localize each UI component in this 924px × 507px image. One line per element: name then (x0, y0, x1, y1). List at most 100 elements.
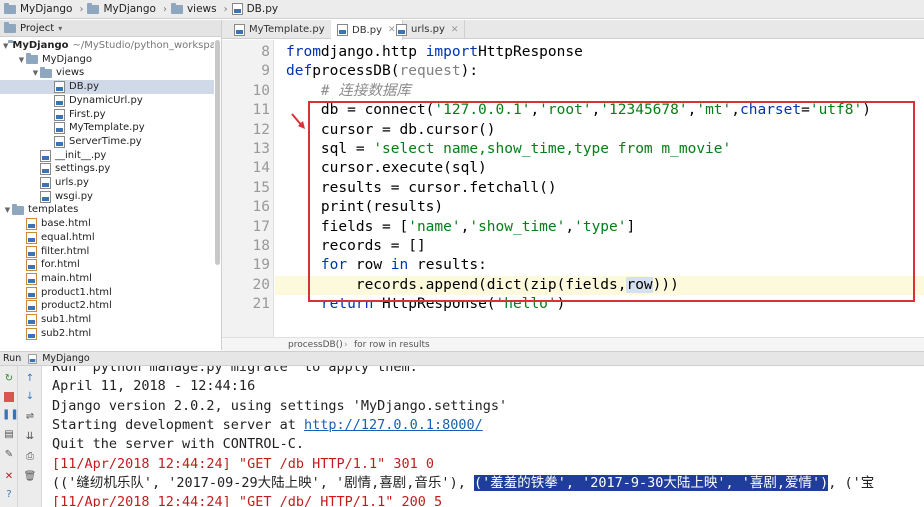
code-breadcrumb-loop[interactable]: for row in results (354, 338, 430, 352)
tree-item[interactable]: First.py (0, 108, 214, 122)
pause-icon[interactable]: ❚❚ (2, 408, 19, 422)
expand-arrow-icon[interactable]: ▼ (3, 203, 12, 217)
project-icon (4, 21, 16, 33)
tree-item[interactable]: ▼ views (0, 66, 214, 80)
tree-item-label: sub2.html (41, 327, 92, 339)
code-line: defprocessDB(request): (286, 62, 478, 82)
tree-item[interactable]: product1.html (0, 286, 214, 300)
tree-item[interactable]: ServerTime.py (0, 135, 214, 149)
navigation-breadcrumb: MyDjango › MyDjango › views › DB.py (0, 0, 924, 19)
python-file-icon (231, 3, 243, 15)
tree-item[interactable]: sub2.html (0, 327, 214, 341)
tree-item-label: product2.html (41, 300, 112, 312)
line-number: 15 (252, 179, 270, 196)
code-breadcrumb: processDB() › for row in results (222, 337, 924, 351)
tree-item[interactable]: ▼ templates (0, 203, 214, 217)
run-config-name[interactable]: MyDjango (42, 353, 89, 364)
line-number: 19 (252, 257, 270, 274)
console-output[interactable]: Run 'python manage.py migrate' to apply … (43, 366, 924, 507)
tree-item[interactable]: ▼ MyDjango (0, 53, 214, 67)
folder-icon (170, 2, 183, 14)
line-number: 16 (252, 199, 270, 216)
tree-item-label: MyDjango (42, 53, 92, 65)
html-file-icon (26, 314, 37, 326)
console-text: [11/Apr/2018 12:44:24] "GET /db/ HTTP/1.… (52, 494, 443, 507)
folder-icon (12, 203, 24, 215)
tree-item-label: wsgi.py (55, 190, 93, 202)
code-token: ): (460, 63, 479, 80)
tree-item-label: filter.html (41, 245, 90, 257)
line-number: 14 (252, 160, 270, 177)
tree-item-label: views (56, 67, 85, 79)
html-file-icon (26, 272, 37, 285)
tree-item[interactable]: MyTemplate.py (0, 121, 214, 135)
run-panel-title: Run (3, 353, 22, 364)
tree-item[interactable]: settings.py (0, 162, 214, 176)
scroll-to-end-icon[interactable]: ⇊ (23, 430, 37, 444)
tree-item[interactable]: urls.py (0, 176, 214, 190)
soft-wrap-icon[interactable]: ⇌ (23, 410, 37, 424)
tree-item-label: templates (28, 204, 79, 216)
tab-urls[interactable]: urls.py ✕ (390, 20, 466, 39)
code-token: def (286, 63, 313, 80)
tree-item-label: product1.html (41, 286, 112, 298)
expand-arrow-icon[interactable]: ▼ (31, 66, 40, 80)
code-line: fromdjango.http importHttpResponse (286, 43, 583, 63)
line-number: 9 (261, 63, 270, 80)
print-icon[interactable]: ⎙ (23, 450, 37, 464)
tree-item[interactable]: for.html (0, 258, 214, 272)
tree-item[interactable]: DynamicUrl.py (0, 94, 214, 108)
console-line: (('缝纫机乐队', '2017-09-29大陆上映', '剧情,喜剧,音乐')… (52, 474, 874, 493)
python-file-icon (396, 23, 407, 36)
folder-icon (4, 2, 16, 14)
code-token: request (399, 63, 461, 80)
tree-item[interactable]: product2.html (0, 299, 214, 313)
restore-layout-icon[interactable]: ▤ (2, 428, 16, 442)
console-text: April 11, 2018 - 12:44:16 (52, 378, 256, 395)
python-file-icon (54, 135, 65, 148)
console-line: Quit the server with CONTROL-C. (52, 435, 304, 454)
breadcrumb-item[interactable]: MyDjango (4, 2, 72, 15)
tree-item[interactable]: ▼MyDjango~/MyStudio/python_workspace/M (0, 39, 214, 53)
line-number: 11 (252, 102, 270, 119)
dropdown-arrow-icon[interactable]: ▾ (58, 24, 62, 33)
help-icon[interactable]: ? (2, 488, 16, 502)
project-scrollbar[interactable] (215, 40, 220, 265)
code-breadcrumb-function[interactable]: processDB() (288, 338, 343, 352)
breadcrumb-item[interactable]: MyDjango (87, 2, 156, 15)
stop-icon[interactable] (4, 392, 14, 402)
tab-mytemplate[interactable]: MyTemplate.py✕ (228, 20, 346, 39)
tree-item[interactable]: filter.html (0, 245, 214, 259)
tree-item-label: DB.py (69, 81, 100, 93)
close-tab-icon[interactable]: ✕ (451, 25, 459, 35)
html-file-icon (26, 218, 37, 231)
breadcrumb-item[interactable]: DB.py (231, 3, 278, 15)
tree-item[interactable]: wsgi.py (0, 190, 214, 204)
console-text: ('羞羞的铁拳', '2017-9-30大陆上映', '喜剧,爱情') (473, 474, 829, 491)
pin-icon[interactable]: ✎ (2, 448, 16, 462)
python-file-icon (54, 94, 65, 107)
arrow-down-icon[interactable]: ↓ (23, 390, 37, 404)
server-link[interactable]: http://127.0.0.1:8000/ (304, 417, 483, 433)
arrow-up-icon[interactable]: ↑ (23, 372, 37, 386)
tree-item-label: base.html (41, 218, 91, 230)
tree-item[interactable]: DB.py (0, 80, 214, 95)
code-token: processDB( (312, 63, 400, 80)
console-line: Starting development server at http://12… (52, 416, 483, 435)
rerun-icon[interactable]: ↻ (2, 372, 16, 386)
clear-all-icon[interactable]: 🗑 (23, 470, 37, 484)
line-number: 21 (252, 296, 270, 313)
tree-item[interactable]: base.html (0, 217, 214, 231)
tree-item[interactable]: __init__.py (0, 149, 214, 163)
tree-item[interactable]: sub1.html (0, 313, 214, 327)
expand-arrow-icon[interactable]: ▼ (17, 53, 26, 67)
breadcrumb-item[interactable]: views (170, 2, 217, 15)
python-file-icon (54, 81, 65, 94)
tree-item[interactable]: main.html (0, 272, 214, 286)
project-panel-header[interactable]: Project ▾ (0, 20, 222, 37)
console-line: Run 'python manage.py migrate' to apply … (52, 366, 418, 377)
line-number-gutter: 8 9 10 11 12 13 14 15 16 17 18 19 20 21 (222, 40, 274, 337)
tree-item[interactable]: equal.html (0, 231, 214, 245)
close-icon[interactable]: ✕ (2, 470, 16, 484)
line-number: 12 (252, 121, 270, 138)
